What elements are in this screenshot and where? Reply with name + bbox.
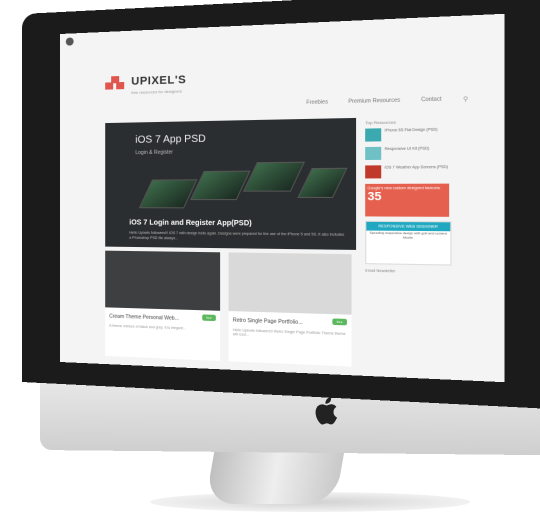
sidebar-item[interactable]: iOS 7 Weather App Screens (PSD)	[365, 165, 449, 179]
site-logo[interactable]: UPIXEL'S free resources for designers	[105, 70, 186, 96]
sidebar-item-label: iOS 7 Weather App Screens (PSD)	[384, 164, 449, 170]
nav-premium-resources[interactable]: Premium Resources	[348, 97, 400, 106]
hero-subtitle: Login & Register	[135, 149, 174, 157]
post-thumbnail	[105, 250, 221, 311]
sidebar-heading: Top Resources	[365, 119, 396, 126]
imac-mockup: UPIXEL'S free resources for designers Fr…	[0, 0, 540, 522]
logo-cubes-icon	[105, 75, 125, 92]
post-card[interactable]: free Cream Theme Personal Web... A theme…	[105, 250, 221, 361]
sidebar-item-label: Responsive UI Kit (PSD)	[384, 146, 430, 152]
post-title[interactable]: Cream Theme Personal Web...	[109, 314, 216, 324]
post-title[interactable]: Retro Single Page Portfolio...	[233, 317, 347, 327]
item-thumbnail	[365, 165, 382, 179]
free-badge: free	[202, 314, 216, 322]
nav-contact[interactable]: Contact	[421, 96, 441, 104]
hero-description: Hello Upixels followers!!! iOS 7 with de…	[129, 230, 345, 241]
phone-screens-image	[138, 161, 349, 215]
apple-logo-icon	[315, 397, 337, 425]
sidebar-item[interactable]: Responsive UI Kit (PSD)	[365, 146, 449, 161]
logo-tagline: free resources for designers	[131, 88, 183, 96]
camera-dot	[65, 37, 74, 46]
post-thumbnail	[228, 252, 352, 315]
post-excerpt: A theme mixture of black and grey. It is…	[109, 323, 186, 331]
main-nav: Freebies Premium Resources Contact ⚲	[306, 96, 468, 108]
logo-text: UPIXEL'S	[131, 73, 187, 88]
promo-number: 35	[367, 190, 382, 204]
hero-caption[interactable]: iOS 7 Login and Register App(PSD)	[129, 219, 251, 227]
newsletter-label: Email Newsletter	[365, 268, 396, 274]
sidebar: Top Resources iPhone 5S Flat Design (PSD…	[365, 118, 452, 373]
nav-freebies[interactable]: Freebies	[306, 99, 328, 107]
sidebar-item-label: iPhone 5S Flat Design (PSD)	[384, 127, 438, 133]
search-icon[interactable]: ⚲	[463, 96, 468, 104]
hero-title: iOS 7 App PSD	[135, 133, 206, 146]
hero-banner[interactable]: iOS 7 App PSD Login & Register iOS 7 Log…	[105, 117, 357, 250]
post-card[interactable]: free Retro Single Page Portfolio... Hell…	[228, 252, 352, 367]
logo-wordmark: UPIXEL'S free resources for designers	[131, 70, 186, 95]
ad-text: Speeding responsive design with grid and…	[369, 230, 447, 240]
sidebar-item[interactable]: iPhone 5S Flat Design (PSD)	[365, 127, 449, 142]
promo-block[interactable]: Google's new custom designed favicons 35	[365, 183, 450, 217]
website: UPIXEL'S free resources for designers Fr…	[60, 14, 505, 382]
screen: UPIXEL'S free resources for designers Fr…	[60, 13, 505, 383]
imac-stand	[205, 448, 345, 504]
item-thumbnail	[365, 128, 382, 142]
ad-block[interactable]: RESPONSIVE WEB DESIGNER Speeding respons…	[365, 220, 452, 266]
free-badge: free	[332, 318, 347, 326]
post-excerpt: Hello Upixels followers!! Retro Single P…	[232, 327, 346, 337]
item-thumbnail	[365, 146, 382, 161]
